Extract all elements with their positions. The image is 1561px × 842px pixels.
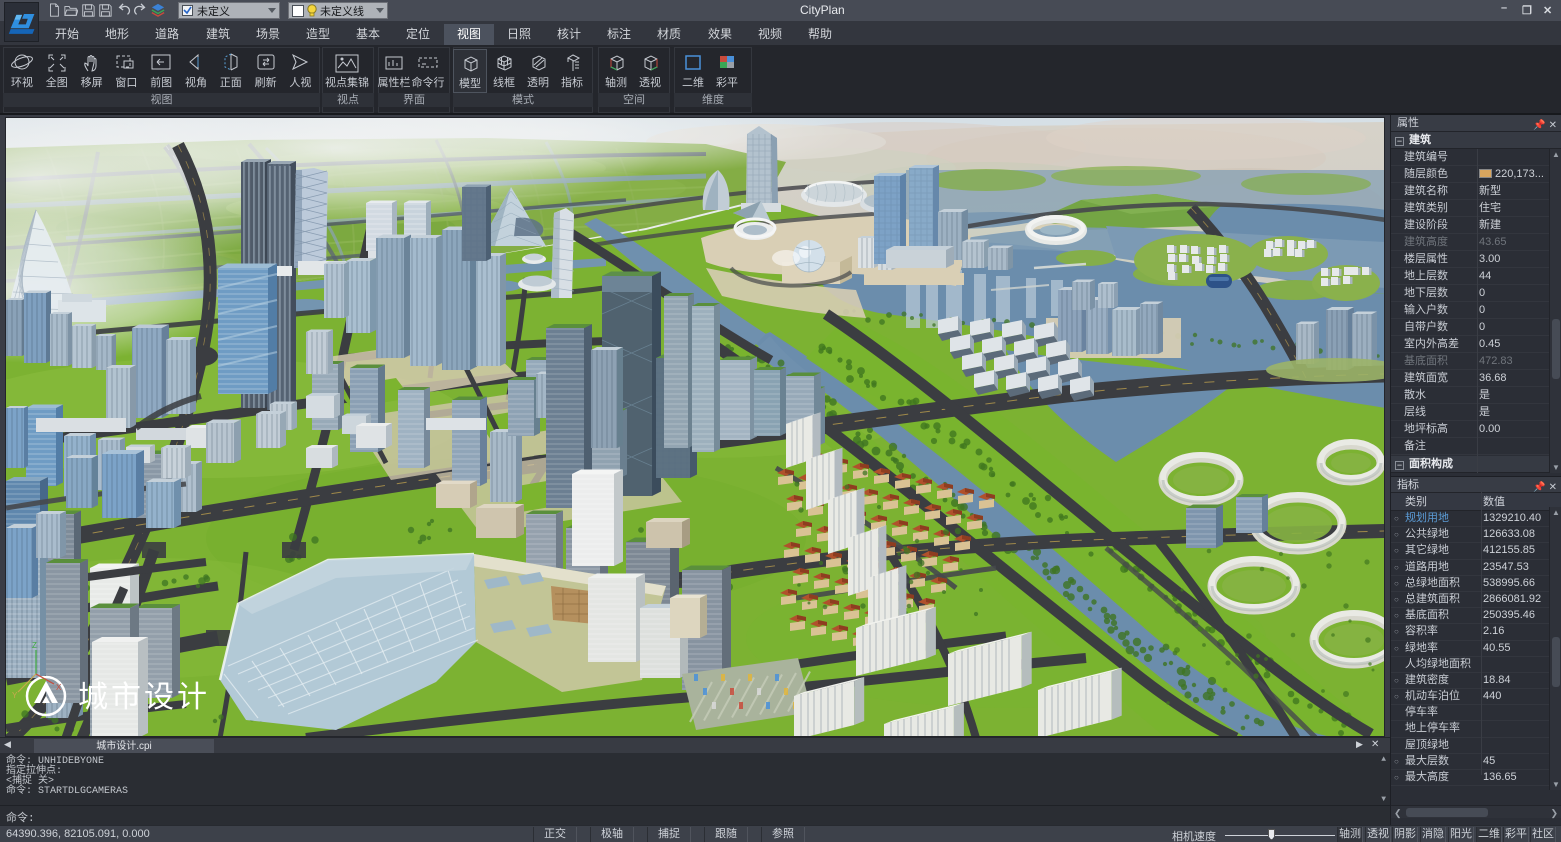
svg-text:Y: Y (12, 691, 18, 700)
svg-text:城市设计: 城市设计 (78, 681, 210, 714)
svg-text:Z: Z (32, 641, 37, 650)
svg-text:X: X (56, 683, 62, 692)
